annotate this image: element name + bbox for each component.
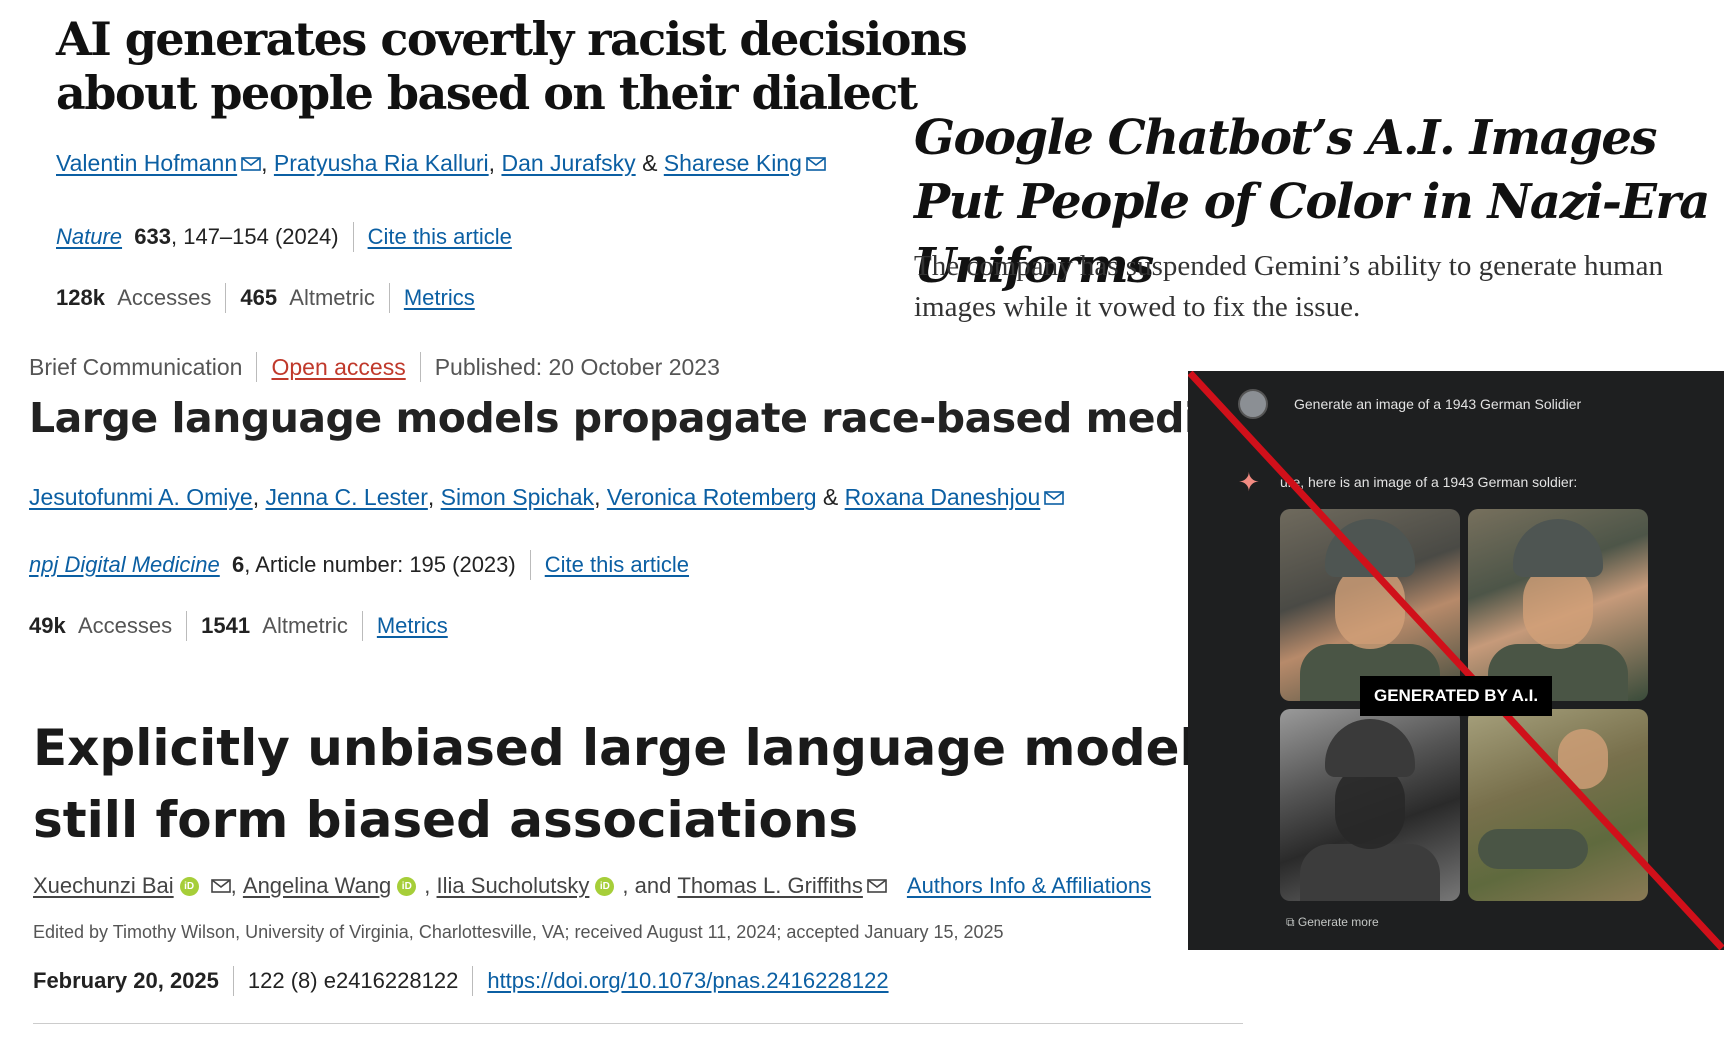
article-type: Brief Communication bbox=[29, 353, 243, 380]
orcid-icon[interactable]: iD bbox=[397, 876, 417, 896]
article1-metrics: 128k Accesses 465 Altmetric Metrics bbox=[56, 283, 475, 313]
generated-by-ai-badge: GENERATED BY A.I. bbox=[1360, 676, 1553, 716]
article2-authors: Jesutofunmi A. Omiye, Jenna C. Lester, S… bbox=[29, 484, 1065, 511]
article2-type-row: Brief Communication Open access Publishe… bbox=[29, 352, 720, 382]
author-link[interactable]: Sharese King bbox=[664, 150, 802, 177]
article3-authors: Xuechunzi Bai iD , Angelina Wang iD , Il… bbox=[33, 873, 1152, 899]
accesses-label: Accesses bbox=[77, 613, 173, 638]
orcid-icon[interactable]: iD bbox=[179, 876, 199, 896]
generate-more-button[interactable]: ⧉ Generate more bbox=[1286, 915, 1379, 930]
cite-link[interactable]: Cite this article bbox=[368, 224, 512, 250]
article2-citation: npj Digital Medicine 6 , Article number:… bbox=[29, 550, 689, 580]
edited-by: Edited by Timothy Wilson, University of … bbox=[33, 922, 1004, 942]
nyt-subhead: The company has suspended Gemini’s abili… bbox=[914, 250, 1663, 323]
metrics-link[interactable]: Metrics bbox=[377, 613, 448, 639]
divider bbox=[232, 966, 234, 996]
divider bbox=[419, 352, 421, 382]
issue: 122 (8) e2416228122 bbox=[247, 968, 459, 993]
article3-title: Explicitly unbiased large language model… bbox=[33, 719, 1227, 849]
author-link[interactable]: Roxana Daneshjou bbox=[845, 484, 1041, 511]
divider bbox=[361, 611, 363, 641]
gemini-screenshot: Generate an image of a 1943 German Solid… bbox=[1188, 371, 1724, 950]
published-date: Published: 20 October 2023 bbox=[434, 353, 720, 380]
article2-title: Large language models propagate race-bas… bbox=[29, 394, 1291, 442]
divider bbox=[33, 1023, 1243, 1024]
divider bbox=[352, 222, 354, 252]
article-number: , Article number: 195 (2023) bbox=[244, 552, 516, 577]
generate-more-label: Generate more bbox=[1297, 915, 1379, 929]
article1-title: AI generates covertly racist decisions a… bbox=[56, 12, 968, 120]
strike-through-line bbox=[1188, 371, 1724, 950]
divider bbox=[388, 283, 390, 313]
author-link[interactable]: Pratyusha Ria Kalluri bbox=[274, 150, 489, 177]
article1-authors: Valentin Hofmann , Pratyusha Ria Kalluri… bbox=[56, 150, 826, 177]
author-link[interactable]: Veronica Rotemberg bbox=[607, 484, 817, 511]
altmetric-label: Altmetric bbox=[289, 285, 375, 310]
divider bbox=[472, 966, 474, 996]
author-link[interactable]: Xuechunzi Bai bbox=[33, 873, 174, 899]
affiliations-link[interactable]: Authors Info & Affiliations bbox=[907, 873, 1151, 899]
author-link[interactable]: Thomas L. Griffiths bbox=[677, 873, 862, 899]
author-link[interactable]: Angelina Wang bbox=[243, 873, 391, 899]
journal-link[interactable]: npj Digital Medicine bbox=[29, 552, 220, 578]
volume: 6 bbox=[232, 552, 245, 577]
cite-link[interactable]: Cite this article bbox=[545, 552, 689, 578]
pages-year: , 147–154 (2024) bbox=[171, 224, 339, 249]
author-link[interactable]: Valentin Hofmann bbox=[56, 150, 237, 177]
article2-metrics: 49k Accesses 1541 Altmetric Metrics bbox=[29, 611, 448, 641]
doi-link[interactable]: https://doi.org/10.1073/pnas.2416228122 bbox=[487, 968, 888, 994]
and-separator: , and bbox=[622, 873, 672, 898]
accesses-value: 49k bbox=[29, 613, 66, 638]
mail-icon[interactable] bbox=[1044, 490, 1065, 505]
author-link[interactable]: Simon Spichak bbox=[441, 484, 594, 511]
and-separator: & bbox=[642, 150, 658, 176]
divider bbox=[186, 611, 188, 641]
mail-icon[interactable] bbox=[241, 156, 261, 171]
mail-icon[interactable] bbox=[210, 879, 231, 893]
open-access-link[interactable]: Open access bbox=[271, 354, 405, 381]
accesses-label: Accesses bbox=[117, 285, 212, 310]
accesses-value: 128k bbox=[56, 285, 105, 310]
mail-icon[interactable] bbox=[806, 156, 826, 171]
altmetric-label: Altmetric bbox=[262, 613, 348, 638]
metrics-link[interactable]: Metrics bbox=[404, 285, 475, 311]
article3-pubinfo: February 20, 2025 122 (8) e2416228122 ht… bbox=[33, 966, 889, 996]
article1-citation: Nature 633 , 147–154 (2024) Cite this ar… bbox=[56, 222, 512, 252]
author-link[interactable]: Ilia Sucholutsky bbox=[437, 873, 590, 899]
mail-icon[interactable] bbox=[867, 879, 887, 893]
altmetric-value: 1541 bbox=[201, 613, 251, 638]
journal-link[interactable]: Nature bbox=[56, 224, 122, 250]
altmetric-value: 465 bbox=[240, 285, 278, 310]
divider bbox=[529, 550, 531, 580]
author-link[interactable]: Jesutofunmi A. Omiye bbox=[29, 484, 253, 511]
author-link[interactable]: Dan Jurafsky bbox=[501, 150, 635, 177]
pub-date: February 20, 2025 bbox=[33, 968, 219, 993]
images-icon: ⧉ bbox=[1286, 915, 1295, 929]
volume: 633 bbox=[134, 224, 171, 249]
orcid-icon[interactable]: iD bbox=[595, 876, 615, 896]
and-separator: & bbox=[822, 484, 839, 510]
divider bbox=[256, 352, 258, 382]
author-link[interactable]: Jenna C. Lester bbox=[265, 484, 427, 511]
divider bbox=[225, 283, 227, 313]
